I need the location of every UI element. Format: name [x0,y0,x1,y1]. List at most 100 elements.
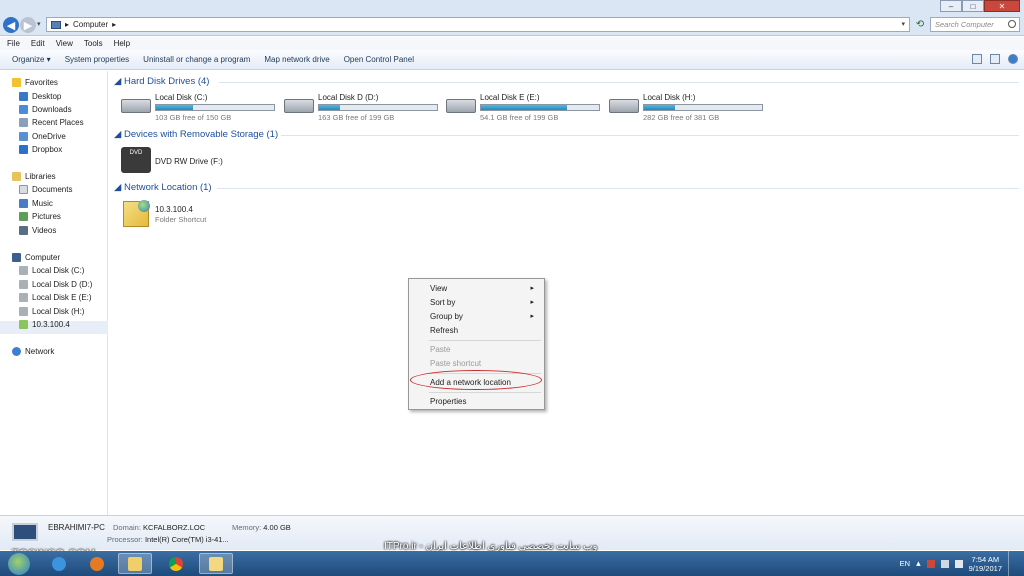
recent-pages-dropdown[interactable]: ▾ [37,20,41,28]
ctx-separator [429,392,541,393]
group-divider [219,82,1019,83]
ctx-sort-by[interactable]: Sort by ▸ [430,298,540,307]
hard-drive-icon [284,99,314,113]
address-dropdown-icon[interactable]: ▾ [901,20,905,28]
refresh-icon[interactable]: ⟲ [912,17,928,32]
nav-label: Computer [25,253,61,262]
search-icon[interactable] [1008,20,1016,28]
submenu-arrow-icon: ▸ [530,299,534,306]
action-center-icon[interactable] [926,559,935,568]
nav-label: OneDrive [32,132,66,141]
nav-label: Libraries [25,172,56,181]
nav-label: Local Disk (C:) [32,266,85,275]
system-properties-button[interactable]: System properties [58,55,136,64]
group-removable-storage[interactable]: ◢ Devices with Removable Storage (1) [114,129,278,140]
language-indicator[interactable]: EN [900,559,910,568]
taskbar-folder[interactable] [199,553,233,574]
taskbar-ie[interactable] [42,553,76,574]
nav-label: Pictures [32,212,61,221]
ctx-refresh[interactable]: Refresh [430,326,458,335]
search-input[interactable]: Search Computer [930,17,1020,32]
navigation-pane: Favorites Desktop Downloads Recent Place… [0,71,108,515]
drive-usage-fill [481,105,568,110]
nav-network-location[interactable]: 10.3.100.4 [19,320,70,329]
taskbar-chrome[interactable] [159,553,193,574]
nav-favorites[interactable]: Favorites [12,78,58,87]
start-button[interactable] [8,553,30,575]
forward-button[interactable]: ▶ [20,17,36,33]
menu-edit[interactable]: Edit [31,39,45,48]
maximize-button[interactable]: □ [962,0,984,12]
media-player-icon [90,556,104,571]
nav-label: Desktop [32,92,62,101]
content-area[interactable]: ◢ Hard Disk Drives (4) Local Disk (C:) 1… [109,71,1024,515]
nav-local-disk-c[interactable]: Local Disk (C:) [19,266,84,275]
drive-name: Local Disk E (E:) [480,93,540,102]
breadcrumb-computer[interactable]: Computer [73,20,108,29]
nav-downloads[interactable]: Downloads [19,105,72,114]
organize-button[interactable]: Organize ▾ [5,55,58,64]
nav-local-disk-d[interactable]: Local Disk D (D:) [19,280,92,289]
nav-recent-places[interactable]: Recent Places [19,118,84,127]
nav-desktop[interactable]: Desktop [19,92,61,101]
show-desktop-button[interactable] [1008,551,1018,576]
nav-local-disk-h[interactable]: Local Disk (H:) [19,307,84,316]
nav-network[interactable]: Network [12,347,54,356]
menu-help[interactable]: Help [114,39,130,48]
annotation-ellipse [410,370,542,390]
back-button[interactable]: ◀ [3,17,19,33]
volume-icon[interactable] [954,559,963,568]
nav-computer[interactable]: Computer [12,253,60,262]
uninstall-program-button[interactable]: Uninstall or change a program [136,55,257,64]
drive-usage-fill [319,105,341,110]
drive-h[interactable]: Local Disk (H:) 282 GB free of 381 GB [609,93,769,123]
drive-usage-fill [644,105,675,110]
open-control-panel-button[interactable]: Open Control Panel [337,55,421,64]
help-icon[interactable] [1008,54,1018,64]
group-hard-disks[interactable]: ◢ Hard Disk Drives (4) [114,76,209,87]
menu-view[interactable]: View [56,39,73,48]
clock[interactable]: 7:54 AM 9/19/2017 [969,555,1002,573]
ctx-view[interactable]: View ▸ [430,284,540,293]
videos-icon [19,226,28,235]
domain-value: KCFALBORZ.LOC [143,523,206,532]
nav-onedrive[interactable]: OneDrive [19,132,66,141]
group-network-location[interactable]: ◢ Network Location (1) [114,182,212,193]
nav-documents[interactable]: Documents [19,185,72,194]
recent-places-icon [19,118,28,127]
drive-icon [19,307,28,316]
drive-e[interactable]: Local Disk E (E:) 54.1 GB free of 199 GB [446,93,606,123]
group-label: Devices with Removable Storage (1) [123,129,279,140]
command-bar: Organize ▾ System properties Uninstall o… [0,50,1024,70]
nav-music[interactable]: Music [19,199,53,208]
close-button[interactable]: ✕ [984,0,1020,12]
memory-value: 4.00 GB [263,523,291,532]
hard-drive-icon [446,99,476,113]
map-network-drive-button[interactable]: Map network drive [257,55,336,64]
preview-pane-icon[interactable] [990,54,1000,64]
menu-tools[interactable]: Tools [84,39,103,48]
minimize-button[interactable]: ‒ [940,0,962,12]
drive-d[interactable]: Local Disk D (D:) 163 GB free of 199 GB [284,93,444,123]
taskbar-media-player[interactable] [80,553,114,574]
tray-expand-icon[interactable]: ▴ [916,558,921,569]
address-bar[interactable]: ▸ Computer ▸ ▾ [46,17,910,32]
nav-pictures[interactable]: Pictures [19,212,61,221]
pictures-icon [19,212,28,221]
nav-libraries[interactable]: Libraries [12,172,56,181]
nav-dropbox[interactable]: Dropbox [19,145,62,154]
network-icon [12,347,21,356]
nav-videos[interactable]: Videos [19,226,56,235]
menu-file[interactable]: File [7,39,20,48]
change-view-icon[interactable] [972,54,982,64]
drive-name: Local Disk (H:) [643,93,696,102]
context-menu: View ▸ Sort by ▸ Group by ▸ Refresh Paste P… [408,278,545,410]
nav-local-disk-e[interactable]: Local Disk E (E:) [19,293,92,302]
network-tray-icon[interactable] [940,559,949,568]
taskbar-explorer[interactable] [118,553,152,574]
drive-c[interactable]: Local Disk (C:) 103 GB free of 150 GB [121,93,281,123]
star-icon [12,78,21,87]
ctx-group-by[interactable]: Group by ▸ [430,312,540,321]
nav-label: Recent Places [32,118,84,127]
ctx-properties[interactable]: Properties [430,397,466,406]
